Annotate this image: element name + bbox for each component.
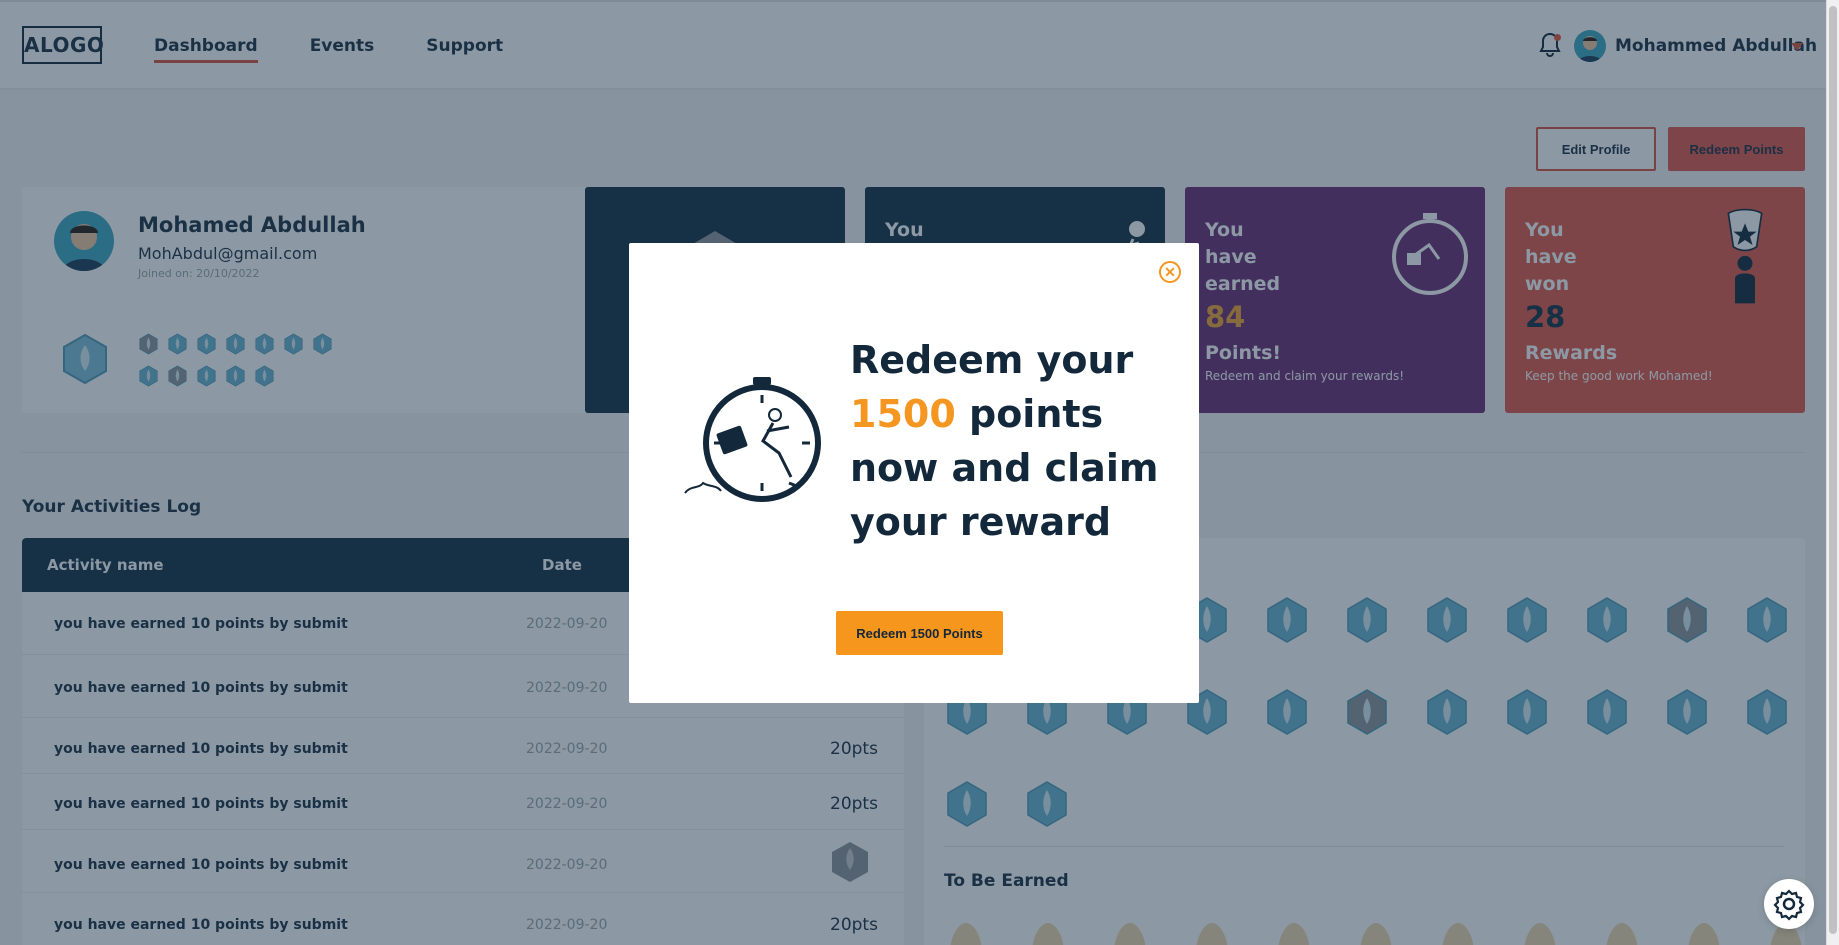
modal-heading-text: Redeem your bbox=[850, 338, 1134, 382]
close-icon[interactable]: ✕ bbox=[1159, 261, 1181, 283]
scrollbar-thumb[interactable] bbox=[1829, 6, 1837, 934]
redeem-modal: ✕ Redeem your 1500 points now and claim … bbox=[629, 243, 1199, 703]
modal-heading: Redeem your 1500 points now and claim yo… bbox=[850, 333, 1170, 549]
modal-points-highlight: 1500 bbox=[850, 392, 956, 436]
scrollbar[interactable] bbox=[1826, 0, 1839, 945]
gear-icon[interactable] bbox=[1764, 879, 1814, 929]
stopwatch-illustration bbox=[684, 377, 821, 502]
redeem-1500-points-button[interactable]: Redeem 1500 Points bbox=[836, 611, 1003, 655]
settings-button[interactable] bbox=[1764, 879, 1814, 929]
